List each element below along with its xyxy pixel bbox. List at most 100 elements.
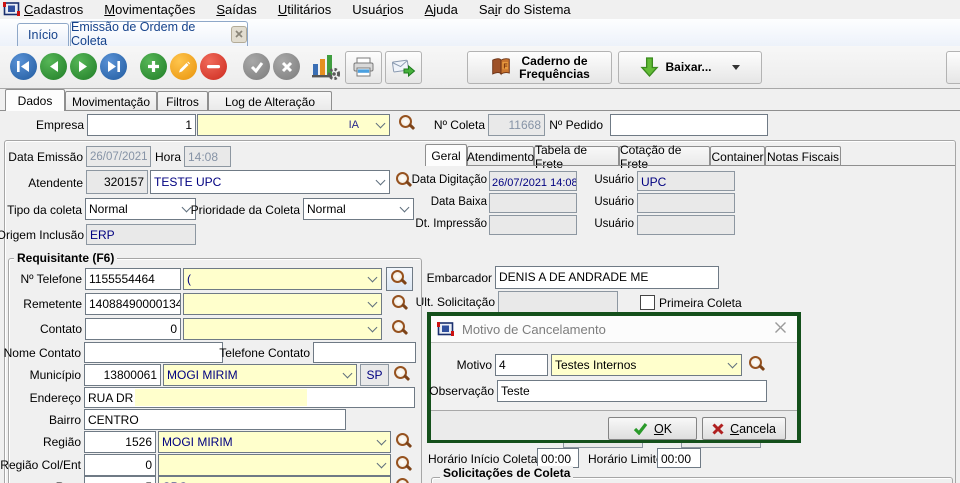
municipio-code-field[interactable]: 13800061 [84,364,161,386]
npedido-field[interactable] [610,114,768,136]
remetente-field[interactable]: 14088490000134 [85,293,181,315]
dialog-title-bar[interactable]: Motivo de Cancelamento [431,316,797,343]
cancel-button[interactable] [273,53,300,80]
regiao-colent-search-icon[interactable] [394,455,415,476]
observacao-field[interactable]: Teste [497,380,767,402]
first-record-button[interactable] [10,53,37,80]
baixar-button[interactable]: Baixar... [618,51,762,84]
search-icon [389,269,410,290]
tab-container[interactable]: Container [710,146,765,166]
contato-combo[interactable] [183,318,382,340]
data-emissao-label: Data Emissão [8,150,83,164]
telefone-search-button[interactable] [386,267,413,291]
chevron-down-icon[interactable] [376,176,386,186]
chevron-down-icon[interactable] [728,359,738,369]
rota-code-field[interactable]: 5 [84,476,156,483]
nome-contato-field[interactable] [84,342,223,363]
statistics-chart-icon[interactable] [311,52,340,83]
regiao-combo[interactable]: MOGI MIRIM [158,431,391,453]
tab-inicio[interactable]: Início [17,23,69,46]
chevron-down-icon[interactable] [368,273,378,283]
app-icon [3,2,20,19]
chevron-down-icon[interactable] [368,298,378,308]
tab-tabela-frete[interactable]: Tabela de Frete [534,146,619,166]
menu-item-usuarios[interactable]: Usuários [352,2,403,17]
contato-search-icon[interactable] [390,319,411,340]
atendente-combo[interactable]: TESTE UPC [150,170,390,194]
caderno-frequencias-button[interactable]: F Caderno deFrequências [467,51,612,84]
telefone-contato-label: Telefone Contato [219,346,310,360]
bairro-field[interactable]: CENTRO [84,409,346,430]
municipio-search-icon[interactable] [392,365,413,386]
menu-item-sair[interactable]: Sair do Sistema [479,2,571,17]
chevron-down-icon[interactable] [376,119,386,129]
motivo-search-icon[interactable] [747,355,768,376]
tab-cotacao-frete[interactable]: Cotação de Frete [619,146,710,166]
print-button[interactable] [345,51,382,84]
chevron-down-icon[interactable] [377,436,387,446]
tab-movimentacao[interactable]: Movimentação [65,91,157,111]
tab-atendimento[interactable]: Atendimento [467,146,534,166]
menu-item-utilitarios[interactable]: Utilitários [278,2,331,17]
telefone-combo[interactable]: ( [183,268,382,290]
menu-item-saidas[interactable]: Saídas [216,2,256,17]
printer-icon [352,57,375,78]
rota-combo[interactable]: CPQ [158,476,391,483]
atendente-code-field[interactable]: 320157 [86,170,148,194]
horario-limite-field[interactable]: 00:00 [657,448,701,468]
ok-button[interactable]: OK [608,417,697,440]
municipio-combo[interactable]: MOGI MIRIM [163,364,357,386]
menu-item-cadastros[interactable]: Cadastros [24,2,83,17]
send-button[interactable] [385,51,422,84]
toolbar: F Caderno deFrequências Baixar... [0,46,960,89]
tab-dados[interactable]: Dados [5,89,65,111]
regiao-search-icon[interactable] [394,432,415,453]
contato-field[interactable]: 0 [85,318,181,340]
regiao-colent-combo[interactable] [158,454,391,476]
dialog-close-icon[interactable] [774,321,787,337]
tab-emissao-ordem-coleta[interactable]: Emissão de Ordem de Coleta [70,21,248,46]
empresa-combo[interactable]: IA [197,114,390,136]
ncoleta-field: 11668 [488,114,545,136]
tab-geral[interactable]: Geral [425,144,467,166]
close-tab-icon[interactable] [231,26,247,43]
menu-item-movimentacoes[interactable]: Movimentações [104,2,195,17]
chevron-down-icon[interactable] [368,323,378,333]
tab-notas-fiscais[interactable]: Notas Fiscais [765,146,841,166]
edit-record-button[interactable] [170,53,197,80]
endereco-field[interactable]: RUA DR [84,387,415,408]
empresa-search-icon[interactable] [397,114,418,135]
tab-log-alteracao[interactable]: Log de Alteração [208,91,332,111]
prioridade-combo[interactable]: Normal [303,198,414,220]
remetente-combo[interactable] [183,293,382,315]
tipo-coleta-combo[interactable]: Normal [85,198,196,220]
telefone-field[interactable]: 1155554464 [85,268,181,290]
motivo-combo[interactable]: Testes Internos [551,354,742,376]
chevron-down-icon[interactable] [400,203,410,213]
cancela-button[interactable]: Cancela [702,417,786,440]
last-record-button[interactable] [100,53,127,80]
endereco-label: Endereço [30,391,81,405]
telefone-contato-field[interactable] [313,342,416,363]
empresa-code-field[interactable]: 1 [87,114,196,136]
chevron-down-icon[interactable] [343,369,353,379]
partial-right-button[interactable] [946,51,960,84]
regiao-colent-label: Região Col/Ent [0,458,81,472]
remetente-search-icon[interactable] [390,294,411,315]
next-record-button[interactable] [70,53,97,80]
horario-inicio-field[interactable]: 00:00 [537,448,579,468]
regiao-code-field[interactable]: 1526 [84,431,156,453]
rota-search-icon[interactable] [394,477,415,483]
embarcador-field[interactable]: DENIS A DE ANDRADE ME [495,266,719,289]
add-record-button[interactable] [140,53,167,80]
menu-item-ajuda[interactable]: Ajuda [425,2,458,17]
delete-record-button[interactable] [200,53,227,80]
regiao-colent-code-field[interactable]: 0 [84,454,156,476]
primeira-coleta-checkbox[interactable] [640,295,655,310]
motivo-code-field[interactable]: 4 [495,354,548,376]
confirm-button[interactable] [243,53,270,80]
chevron-down-icon[interactable] [377,459,387,469]
tab-filtros[interactable]: Filtros [157,91,208,111]
dropdown-caret-icon[interactable] [732,65,740,70]
previous-record-button[interactable] [40,53,67,80]
